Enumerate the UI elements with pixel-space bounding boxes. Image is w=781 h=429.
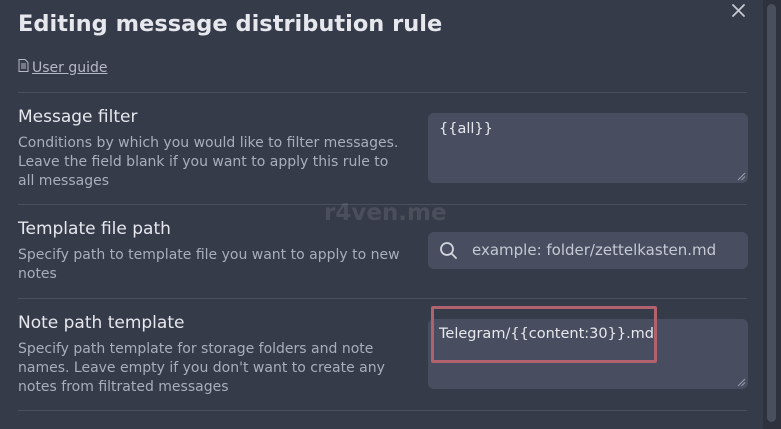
setting-desc-message-filter: Conditions by which you would like to fi… <box>18 135 399 189</box>
template-file-path-input[interactable]: example: folder/zettelkasten.md <box>428 232 748 269</box>
note-path-template-value: Telegram/{{content:30}}.md <box>439 326 655 342</box>
message-filter-textarea[interactable]: {{all}} <box>428 113 748 183</box>
note-path-template-textarea[interactable]: Telegram/{{content:30}}.md <box>428 319 748 389</box>
document-icon <box>18 59 29 76</box>
setting-desc-note-path-template: Specify path template for storage folder… <box>18 341 385 395</box>
message-filter-value: {{all}} <box>439 121 493 137</box>
template-file-path-placeholder: example: folder/zettelkasten.md <box>472 241 717 259</box>
watermark: r4ven.me <box>324 200 447 226</box>
close-button[interactable] <box>728 0 750 22</box>
scrollbar-thumb[interactable] <box>767 4 776 422</box>
search-icon <box>439 241 458 260</box>
divider <box>18 298 747 299</box>
modal-title: Editing message distribution rule <box>18 11 443 37</box>
setting-name-message-filter: Message filter <box>18 107 138 127</box>
user-guide-link[interactable]: User guide <box>18 59 108 76</box>
close-icon <box>732 4 745 17</box>
resize-grip-icon[interactable] <box>737 172 746 181</box>
setting-desc-template-file-path: Specify path to template file you want t… <box>18 247 400 282</box>
resize-grip-icon[interactable] <box>737 378 746 387</box>
divider <box>18 410 747 411</box>
setting-name-note-path-template: Note path template <box>18 313 185 333</box>
divider <box>18 92 747 93</box>
rule-edit-modal: Editing message distribution rule User g… <box>0 0 763 429</box>
setting-name-template-file-path: Template file path <box>18 219 171 239</box>
user-guide-label: User guide <box>32 59 108 76</box>
